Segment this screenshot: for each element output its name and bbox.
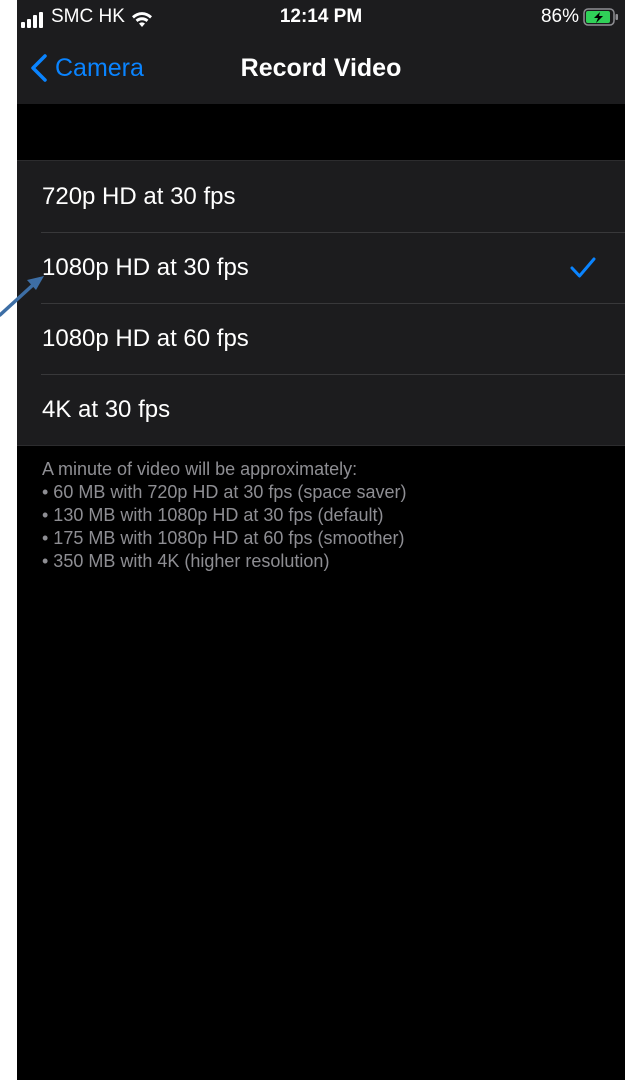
status-right: 86% [541,5,619,29]
settings-screen: SMC HK 12:14 PM 86% Camera Record Video … [17,0,625,1080]
option-4k-30[interactable]: 4K at 30 fps [17,374,625,445]
option-1080p-60[interactable]: 1080p HD at 60 fps [17,303,625,374]
status-bar: SMC HK 12:14 PM 86% [17,0,625,34]
option-label: 4K at 30 fps [42,396,171,423]
note-line: • 60 MB with 720p HD at 30 fps (space sa… [42,482,407,502]
record-video-options: 720p HD at 30 fps 1080p HD at 30 fps 108… [17,160,625,446]
note-line: • 130 MB with 1080p HD at 30 fps (defaul… [42,505,384,525]
note-line: • 175 MB with 1080p HD at 60 fps (smooth… [42,528,405,548]
page-title: Record Video [17,50,625,86]
checkmark-icon [570,257,596,278]
note-line: A minute of video will be approximately: [42,459,358,479]
storage-note: A minute of video will be approximately:… [42,458,612,573]
option-label: 720p HD at 30 fps [42,183,236,210]
navigation-bar: Camera Record Video [17,34,625,104]
annotation-arrow-icon [0,276,44,317]
status-time: 12:14 PM [279,6,363,27]
note-line: • 350 MB with 4K (higher resolution) [42,551,330,571]
battery-charging-icon [583,8,618,26]
option-1080p-30[interactable]: 1080p HD at 30 fps [17,232,625,303]
option-label: 1080p HD at 60 fps [42,325,249,352]
battery-percent: 86% [540,6,579,27]
option-label: 1080p HD at 30 fps [42,254,249,281]
option-720p-30[interactable]: 720p HD at 30 fps [17,161,625,232]
page-title-text: Record Video [240,54,402,82]
